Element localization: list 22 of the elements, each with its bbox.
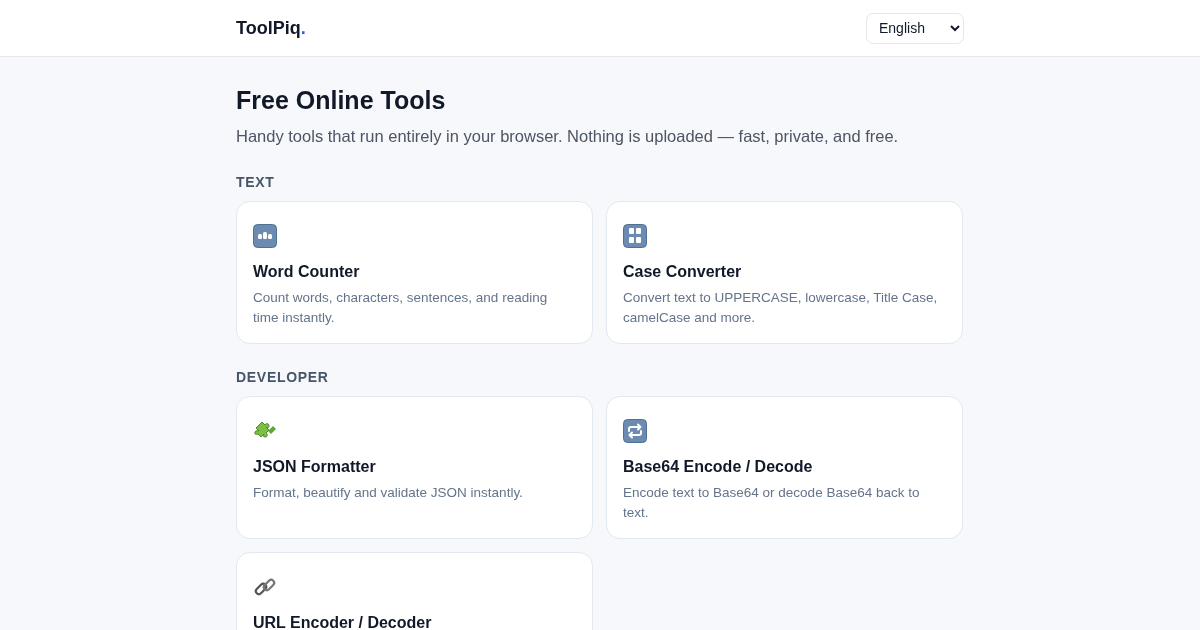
tool-card[interactable]: Case Converter Convert text to UPPERCASE, lowercase, Title Case, camelCase and more. — [606, 201, 963, 344]
letter-grid-icon — [623, 224, 647, 248]
tool-title: Case Converter — [623, 262, 743, 282]
tool-title: Word Counter — [253, 262, 361, 282]
page-subtitle: Handy tools that run entirely in your browser. Nothing is uploaded — fast, private, and free. — [236, 126, 900, 147]
tool-description: Format, beautify and validate JSON instantly. — [253, 484, 524, 502]
tool-card[interactable]: Word Counter Count words, characters, sentences, and reading time instantly. — [236, 201, 593, 344]
tool-card[interactable]: JSON Formatter Format, beautify and validate JSON instantly. — [236, 396, 593, 539]
section-label: DEVELOPER — [236, 368, 330, 386]
tool-card[interactable]: Base64 Encode / Decode Encode text to Base64 or decode Base64 back to text. — [606, 396, 963, 539]
tool-card[interactable]: URL Encoder / Decoder — [236, 552, 593, 630]
tool-description: Encode text to Base64 or decode Base64 back to text. — [623, 484, 921, 522]
page-title: Free Online Tools — [236, 85, 447, 115]
tool-title: Base64 Encode / Decode — [623, 457, 814, 477]
language-select[interactable]: English — [866, 12, 964, 44]
repeat-icon — [623, 419, 647, 443]
tool-description: Count words, characters, sentences, and reading time instantly. — [253, 289, 549, 327]
tool-title: JSON Formatter — [253, 457, 377, 477]
tool-title: URL Encoder / Decoder — [253, 613, 433, 630]
section-label: TEXT — [236, 173, 276, 191]
site-logo[interactable]: ToolPiq. — [236, 17, 306, 39]
tool-description: Convert text to UPPERCASE, lowercase, Title Case, camelCase and more. — [623, 289, 939, 327]
